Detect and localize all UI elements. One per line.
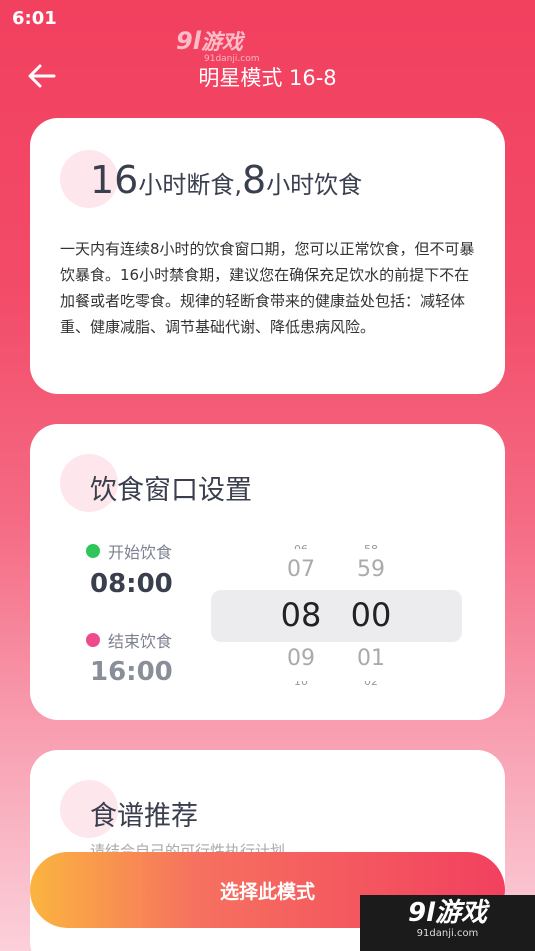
hour-option[interactable]: 09 <box>271 646 331 671</box>
recipe-title: 食谱推荐 <box>90 801 198 832</box>
status-bar-time: 6:01 <box>12 8 57 29</box>
minute-option[interactable]: 59 <box>341 557 401 582</box>
end-eating-label: 结束饮食 <box>108 632 173 651</box>
intro-title: 16小时断食,8小时饮食 <box>90 158 362 202</box>
site-logo-url: 91danji.com <box>416 928 479 939</box>
minute-option[interactable]: 58 <box>341 543 401 549</box>
hour-option[interactable]: 07 <box>271 557 331 582</box>
intro-description: 一天内有连续8小时的饮食窗口期，您可以正常饮食，但不可暴饮暴食。16小时禁食期，… <box>60 240 475 336</box>
intro-title-fast-text: 小时断食, <box>138 171 242 199</box>
intro-card: 16小时断食,8小时饮食 一天内有连续8小时的饮食窗口期，您可以正常饮食，但不可… <box>30 118 505 394</box>
time-picker-highlight <box>211 590 462 642</box>
end-status-dot <box>86 633 100 647</box>
watermark-logo-num: 9l <box>176 27 201 55</box>
page-title: 明星模式 16-8 <box>198 66 337 90</box>
hour-option[interactable]: 06 <box>271 543 331 549</box>
hour-option-selected[interactable]: 08 <box>271 596 331 634</box>
intro-title-fast-hours: 16 <box>90 158 139 202</box>
intro-title-eat-hours: 8 <box>242 158 267 202</box>
site-logo-text: 9l游戏 <box>407 898 487 928</box>
site-logo: 9l游戏 91danji.com <box>360 895 535 951</box>
end-eating-time[interactable]: 16:00 <box>90 657 173 687</box>
watermark-logo-text: 游戏 <box>200 30 243 54</box>
hour-option[interactable]: 10 <box>271 681 331 687</box>
start-eating-label: 开始饮食 <box>108 543 173 562</box>
minute-option-selected[interactable]: 00 <box>341 596 401 634</box>
eating-window-title: 饮食窗口设置 <box>90 475 252 506</box>
minute-option[interactable]: 02 <box>341 681 401 687</box>
start-eating-time[interactable]: 08:00 <box>90 569 173 599</box>
start-status-dot <box>86 544 100 558</box>
eating-window-card: 饮食窗口设置 开始饮食 08:00 结束饮食 16:00 06 07 08 09… <box>30 424 505 720</box>
intro-title-eat-text: 小时饮食 <box>266 171 363 199</box>
watermark-logo: 9l游戏 <box>176 26 243 56</box>
minute-option[interactable]: 01 <box>341 646 401 671</box>
